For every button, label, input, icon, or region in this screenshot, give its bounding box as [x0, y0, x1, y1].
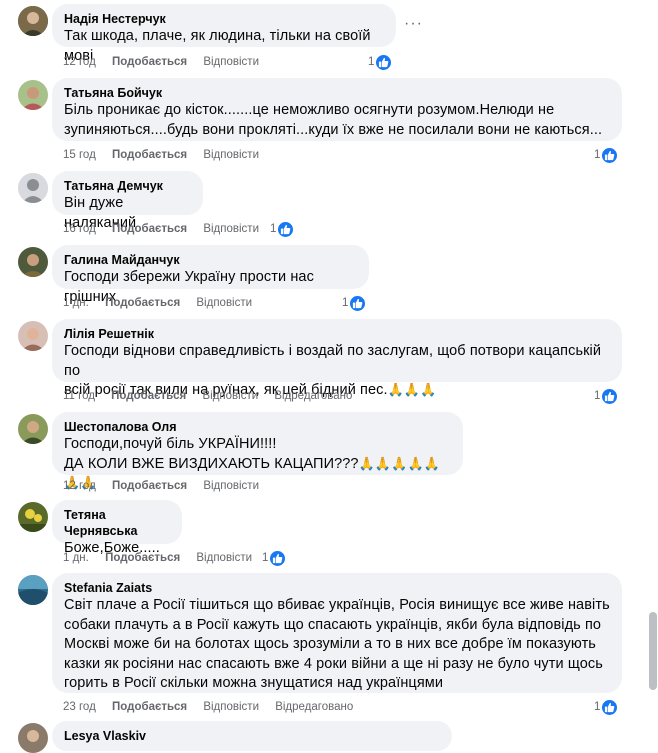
comment-bubble: Тетяна Чернявська Боже,Боже.....: [52, 500, 182, 556]
thumbs-up-icon: [375, 53, 393, 71]
comment-time[interactable]: 12 год: [63, 480, 96, 492]
comment-bubble: Татьяна Бойчук Біль проникає до кісток..…: [52, 78, 622, 141]
avatar[interactable]: [18, 723, 48, 753]
avatar[interactable]: [18, 247, 48, 277]
reaction-count-value: 1: [262, 552, 269, 564]
comment-text: Світ плаче а Росії тішиться що вбиває ук…: [64, 597, 610, 613]
thumbs-up-icon: [269, 549, 287, 567]
edited-label[interactable]: Відредаговано: [275, 701, 353, 713]
ellipsis-icon[interactable]: ···: [404, 15, 423, 33]
comment-bubble: Надія Нестерчук Так шкода, плаче, як люд…: [52, 4, 396, 64]
reaction-count[interactable]: 1: [594, 387, 619, 405]
comment-author[interactable]: Татьяна Бойчук: [64, 85, 610, 101]
reply-button[interactable]: Відповісти: [203, 701, 259, 713]
reaction-count[interactable]: 1: [594, 146, 619, 164]
comment-text: собаки плачуть а в Росії кажуть що спаса…: [64, 616, 602, 633]
reply-button[interactable]: Відповісти: [196, 297, 252, 309]
comment-author[interactable]: Лілія Решетнік: [64, 326, 610, 342]
comment-bubble: Татьяна Демчук Він дуже наляканий: [52, 171, 203, 231]
reply-button[interactable]: Відповісти: [202, 390, 258, 402]
comment-bubble: Lesya Vlaskiv: [52, 721, 452, 751]
reaction-count-value: 1: [594, 149, 601, 161]
avatar[interactable]: [18, 173, 48, 203]
comment-actions: 23 год Подобається Відповісти Відредагов…: [63, 699, 366, 715]
like-button[interactable]: Подобається: [105, 297, 180, 309]
comment-actions: 1 дн. Подобається Відповісти: [63, 295, 265, 311]
reaction-count[interactable]: 1: [270, 220, 295, 238]
comment-time[interactable]: 23 год: [63, 701, 96, 713]
thumbs-up-icon: [349, 294, 367, 312]
comment-actions: 12 год Подобається Відповісти: [63, 54, 272, 70]
comment-bubble: Галина Майданчук Господи збережи Україну…: [52, 245, 369, 305]
thumbs-up-icon: [277, 220, 295, 238]
comment-author[interactable]: Надія Нестерчук: [64, 11, 384, 27]
comment-actions: 12 год Подобається Відповісти: [63, 478, 272, 494]
thumbs-up-icon: [601, 146, 619, 164]
avatar[interactable]: [18, 80, 48, 110]
comment-actions: 16 год Подобається Відповісти: [63, 221, 272, 237]
reaction-count[interactable]: 1: [262, 549, 287, 567]
comment-author[interactable]: Lesya Vlaskiv: [64, 728, 440, 744]
comment-text: казки як росіяни нас спасають вже 4 роки…: [64, 655, 603, 672]
reply-button[interactable]: Відповісти: [203, 149, 259, 161]
scrollbar-thumb[interactable]: [649, 612, 657, 690]
comment-time[interactable]: 1 дн.: [63, 552, 89, 564]
reply-button[interactable]: Відповісти: [203, 223, 259, 235]
like-button[interactable]: Подобається: [112, 223, 187, 235]
comment-actions: 15 год Подобається Відповісти: [63, 147, 272, 163]
comment-text: зупиняються....будь вони прокляті...куди…: [64, 121, 603, 138]
comment-bubble: Stefania Zaiats Світ плаче а Росії тішит…: [52, 573, 622, 693]
comment-text: горить в Росії скільки можна знущатися н…: [64, 675, 444, 691]
comment-time[interactable]: 12 год: [63, 56, 96, 68]
comment-time[interactable]: 15 год: [63, 149, 96, 161]
comment-time[interactable]: 16 год: [63, 223, 96, 235]
reaction-count[interactable]: 1: [342, 294, 367, 312]
reply-button[interactable]: Відповісти: [196, 552, 252, 564]
reaction-count[interactable]: 1: [594, 698, 619, 716]
like-button[interactable]: Подобається: [111, 390, 186, 402]
thumbs-up-icon: [601, 387, 619, 405]
avatar[interactable]: [18, 6, 48, 36]
comment-text: Москві може би на болотах щось зрозуміли…: [64, 636, 596, 652]
avatar[interactable]: [18, 414, 48, 444]
like-button[interactable]: Подобається: [112, 149, 187, 161]
comment-text: Господи,почуй біль УКРАЇНИ!!!!: [64, 436, 277, 452]
comment-time[interactable]: 11 год: [63, 390, 95, 402]
like-button[interactable]: Подобається: [105, 552, 180, 564]
avatar[interactable]: [18, 321, 48, 351]
edited-label[interactable]: Відредаговано: [274, 390, 352, 402]
reply-button[interactable]: Відповісти: [203, 480, 259, 492]
avatar[interactable]: [18, 502, 48, 532]
like-button[interactable]: Подобається: [112, 480, 187, 492]
comment-author[interactable]: Галина Майданчук: [64, 252, 357, 268]
comment-author[interactable]: Шестопалова Оля: [64, 419, 451, 435]
comment-bubble: Шестопалова Оля Господи,почуй біль УКРАЇ…: [52, 412, 463, 491]
comment-actions: 1 дн. Подобається Відповісти: [63, 550, 265, 566]
comment-text: ДА КОЛИ ВЖЕ ВИЗДИХАЮТЬ КАЦАПИ???: [64, 455, 359, 472]
reaction-count-value: 1: [342, 297, 349, 309]
avatar[interactable]: [18, 575, 48, 605]
comment-author[interactable]: Татьяна Демчук: [64, 178, 191, 194]
reaction-count-value: 1: [594, 390, 601, 402]
like-button[interactable]: Подобається: [112, 701, 187, 713]
reply-button[interactable]: Відповісти: [203, 56, 259, 68]
comment-author[interactable]: Stefania Zaiats: [64, 580, 610, 596]
reaction-count[interactable]: 1: [368, 53, 393, 71]
pray-emoji: 🙏🙏🙏: [387, 383, 437, 398]
comment-author[interactable]: Тетяна Чернявська: [64, 507, 170, 539]
comment-text: Біль проникає до кісток.......це неможли…: [64, 102, 555, 118]
reaction-count-value: 1: [368, 56, 375, 68]
comment-bubble: Лілія Решетнік Господи віднови справедли…: [52, 319, 622, 398]
thumbs-up-icon: [601, 698, 619, 716]
comment-text: Господи віднови справедливість і воздай …: [64, 343, 602, 379]
like-button[interactable]: Подобається: [112, 56, 187, 68]
comment-time[interactable]: 1 дн.: [63, 297, 89, 309]
reaction-count-value: 1: [594, 701, 601, 713]
reaction-count-value: 1: [270, 223, 277, 235]
comment-actions: 11 год Подобається Відповісти Відредагов…: [63, 388, 365, 404]
